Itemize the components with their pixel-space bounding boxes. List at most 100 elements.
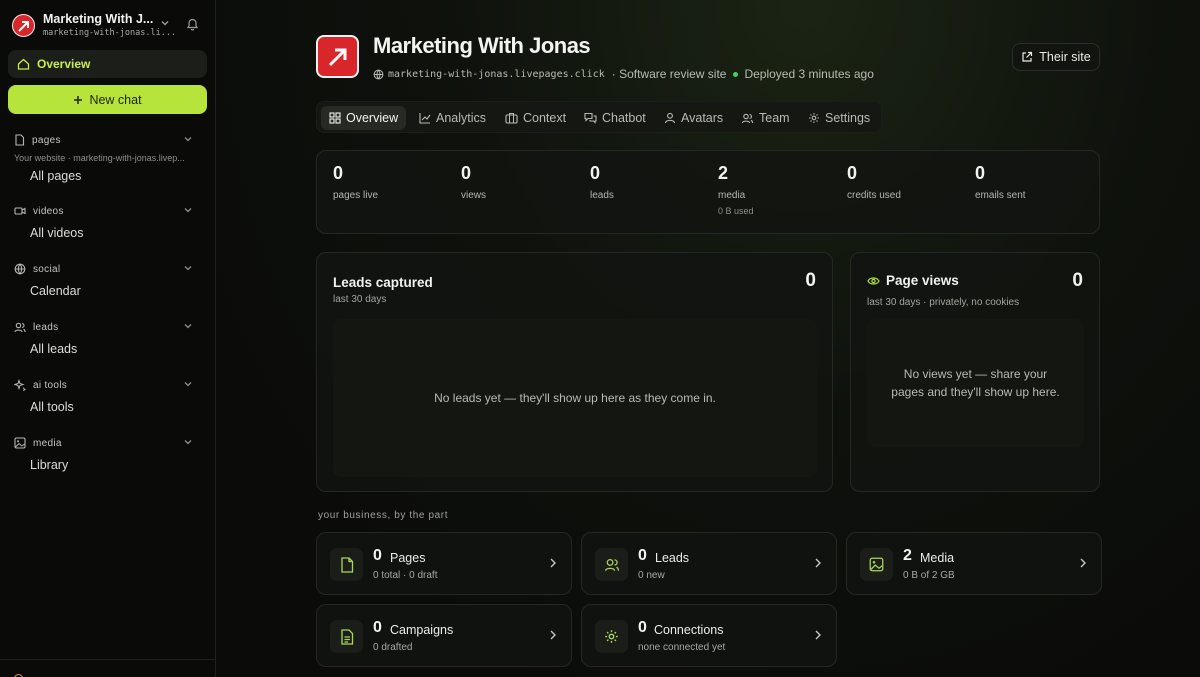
page-title: Marketing With Jonas — [373, 33, 591, 58]
stat-emails-sent: 0 emails sent — [975, 163, 1026, 201]
tab-team[interactable]: Team — [733, 106, 798, 130]
sidebar-item-all-videos[interactable]: All videos — [30, 226, 204, 240]
tab-overview[interactable]: Overview — [321, 106, 407, 130]
tile-subtitle: 0 new — [638, 570, 665, 581]
main-content: Marketing With Jonas marketing-with-jona… — [216, 0, 1200, 677]
user-icon — [664, 112, 676, 124]
chevron-down-icon[interactable] — [183, 437, 193, 447]
chevron-down-icon[interactable] — [183, 205, 193, 215]
sidebar-item-all-leads[interactable]: All leads — [30, 342, 204, 356]
deploy-status: Deployed 3 minutes ago — [744, 67, 874, 81]
workspace-switcher[interactable]: Marketing With J... marketing-with-jonas… — [12, 12, 202, 40]
file-icon — [15, 134, 25, 146]
sidebar-item-all-tools[interactable]: All tools — [30, 400, 204, 414]
external-link-icon — [1022, 51, 1033, 62]
tab-avatars[interactable]: Avatars — [656, 106, 731, 130]
workspace-logo — [12, 14, 35, 37]
sidebar-section-media: media Library — [14, 434, 204, 472]
site-type: · Software review site — [611, 67, 727, 81]
sidebar: Marketing With J... marketing-with-jonas… — [0, 0, 216, 677]
tab-chatbot[interactable]: Chatbot — [576, 106, 654, 130]
tab-settings[interactable]: Settings — [800, 106, 878, 130]
chevron-right-icon — [815, 630, 821, 640]
empty-state: No leads yet — they'll show up here as t… — [333, 319, 817, 477]
gear-icon — [809, 113, 819, 123]
panel-value: 0 — [805, 270, 816, 291]
panel-value: 0 — [1072, 270, 1083, 291]
stat-views: 0 views — [461, 163, 486, 201]
stat-pages-live: 0 pages live — [333, 163, 378, 201]
image-icon — [14, 437, 26, 449]
tile-number: 0 — [638, 547, 647, 564]
globe-icon — [373, 69, 384, 80]
sidebar-item-library[interactable]: Library — [30, 458, 204, 472]
tab-bar: Overview Analytics Context Chatbot Avata… — [316, 101, 882, 133]
tab-context[interactable]: Context — [497, 106, 574, 130]
chevron-right-icon — [815, 558, 821, 568]
tab-label: Analytics — [436, 111, 487, 125]
chevron-down-icon[interactable] — [183, 134, 193, 144]
chevron-right-icon — [550, 558, 556, 568]
new-chat-button[interactable]: New chat — [8, 85, 207, 114]
section-title: leads — [33, 321, 59, 333]
home-icon — [17, 58, 30, 70]
tab-label: Avatars — [681, 111, 724, 125]
chevron-right-icon — [1080, 558, 1086, 568]
document-icon — [330, 620, 363, 653]
tab-analytics[interactable]: Analytics — [411, 106, 494, 130]
workspace-title: Marketing With J... — [43, 12, 154, 26]
sidebar-section-leads: leads All leads — [14, 318, 204, 356]
page-views-panel: Page views last 30 days · privately, no … — [850, 252, 1100, 492]
sidebar-item-overview[interactable]: Overview — [8, 50, 207, 78]
bell-icon[interactable] — [186, 17, 199, 31]
chevron-down-icon[interactable] — [183, 321, 193, 331]
site-meta: marketing-with-jonas.livepages.click · S… — [373, 67, 874, 81]
stat-value: 0 — [847, 163, 858, 183]
tile-subtitle: 0 drafted — [373, 642, 413, 653]
section-header-media[interactable]: media — [14, 434, 204, 452]
file-icon — [330, 548, 363, 581]
tile-pages[interactable]: 0 Pages 0 total · 0 draft — [316, 532, 572, 595]
tab-label: Team — [759, 111, 790, 125]
their-site-label: Their site — [1039, 50, 1091, 64]
tab-label: Chatbot — [602, 111, 646, 125]
users-icon — [741, 113, 754, 123]
tile-label: Campaigns — [390, 623, 454, 637]
sidebar-item-calendar[interactable]: Calendar — [30, 284, 204, 298]
section-header-ai-tools[interactable]: ai tools — [14, 376, 204, 394]
stat-value: 0 — [333, 163, 344, 183]
stat-value: 0 — [461, 163, 472, 183]
stat-sub: 0 B used — [718, 206, 754, 216]
briefcase-icon — [505, 113, 518, 124]
tile-campaigns[interactable]: 0 Campaigns 0 drafted — [316, 604, 572, 667]
section-header-leads[interactable]: leads — [14, 318, 204, 336]
tile-label: Connections — [654, 623, 724, 637]
site-domain[interactable]: marketing-with-jonas.livepages.click — [388, 69, 605, 80]
their-site-button[interactable]: Their site — [1012, 43, 1100, 71]
tile-connections[interactable]: 0 Connections none connected yet — [581, 604, 837, 667]
section-title: social — [33, 263, 61, 275]
tile-label: Media — [920, 551, 955, 565]
tile-number: 0 — [373, 547, 382, 564]
image-icon — [860, 548, 893, 581]
stat-label: views — [461, 190, 487, 201]
tab-label: Settings — [825, 111, 871, 125]
sidebar-item-label: Overview — [37, 57, 91, 71]
empty-state: No views yet — share your pages and they… — [867, 319, 1084, 447]
chevron-down-icon[interactable] — [160, 18, 170, 28]
chevron-down-icon[interactable] — [183, 379, 193, 389]
sidebar-item-all-pages[interactable]: All pages — [30, 169, 204, 183]
section-header-social[interactable]: social — [14, 260, 204, 278]
tile-number: 2 — [903, 547, 912, 564]
chevron-down-icon[interactable] — [183, 263, 193, 273]
chart-line-icon — [419, 113, 431, 124]
plus-icon — [74, 95, 83, 104]
section-subtitle: Your website · marketing-with-jonas.live… — [14, 153, 185, 163]
tile-subtitle: 0 total · 0 draft — [373, 570, 438, 581]
tile-leads[interactable]: 0 Leads 0 new — [581, 532, 837, 595]
tile-subtitle: none connected yet — [638, 642, 726, 653]
section-header-videos[interactable]: videos — [14, 202, 204, 220]
tile-media[interactable]: 2 Media 0 B of 2 GB — [846, 532, 1102, 595]
section-header-pages[interactable]: pages — [14, 131, 204, 149]
sidebar-section-videos: videos All videos — [14, 202, 204, 240]
